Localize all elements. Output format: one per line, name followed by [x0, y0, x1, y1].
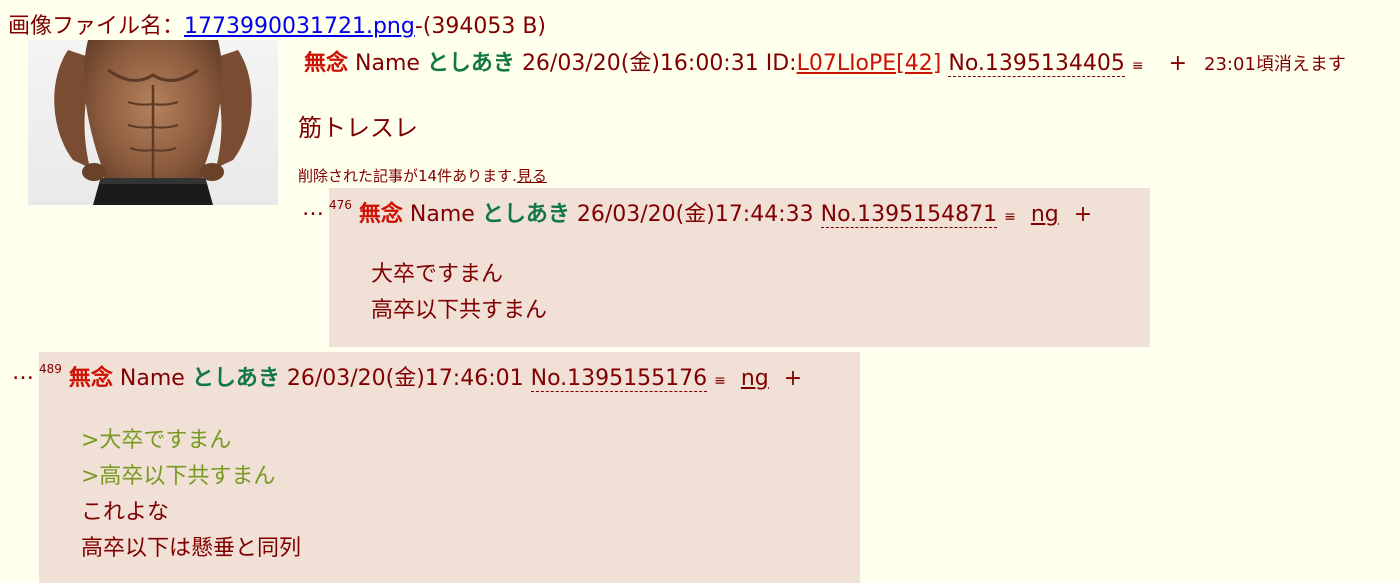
reply-2-name-label: Name — [119, 366, 185, 391]
op-post-number[interactable]: No.1395134405 — [948, 51, 1125, 77]
file-label: 画像ファイル名： — [8, 14, 185, 39]
reply-2-name: としあき — [191, 366, 280, 391]
reply-1-ellipsis: … — [302, 196, 324, 221]
deleted-notice: 削除された記事が14件あります.見る — [298, 165, 547, 186]
torso-image — [54, 40, 252, 205]
file-link[interactable]: 1773990031721.png — [184, 14, 415, 39]
op-name: としあき — [426, 51, 515, 76]
thread-thumbnail[interactable] — [28, 40, 278, 205]
op-expire-text: 23:01頃消えます — [1204, 54, 1346, 75]
reply-1-header: 476 無念 Name としあき 26/03/20(金)17:44:33 No.… — [329, 196, 1092, 228]
reply-1-name: としあき — [481, 202, 570, 227]
reply-1-line: 大卒ですまん — [371, 262, 504, 287]
reply-2-quote-line: >高卒以下共すまん — [81, 464, 276, 489]
reply-1-plus-button[interactable]: + — [1074, 202, 1092, 227]
reply-1-date: 26/03/20(金)17:44:33 — [576, 202, 814, 227]
reply-1-rsc: 476 — [329, 197, 352, 212]
op-plus-button[interactable]: + — [1169, 51, 1187, 76]
reply-2-plus-button[interactable]: + — [784, 366, 802, 391]
reply-2-header: 489 無念 Name としあき 26/03/20(金)17:46:01 No.… — [39, 360, 802, 392]
show-deleted-link[interactable]: 見る — [517, 167, 547, 185]
reply-2: 489 無念 Name としあき 26/03/20(金)17:46:01 No.… — [39, 352, 860, 583]
reply-2-ellipsis: … — [12, 360, 34, 385]
reply-2-line: これよな — [81, 500, 170, 525]
reply-1-menu-icon[interactable]: ≡ — [1004, 209, 1016, 225]
op-menu-icon[interactable]: ≡ — [1132, 58, 1144, 74]
reply-1: 476 無念 Name としあき 26/03/20(金)17:44:33 No.… — [329, 188, 1150, 347]
op-id-label: ID: — [765, 51, 797, 76]
op-id-link[interactable]: L07LIoPE[42] — [797, 51, 942, 76]
file-size: -(394053 B) — [414, 14, 547, 39]
op-name-label: Name — [355, 51, 420, 76]
reply-1-post-number[interactable]: No.1395154871 — [820, 202, 998, 228]
op-body: 筋トレスレ — [298, 114, 418, 142]
reply-2-quote-line: >大卒ですまん — [81, 428, 232, 453]
reply-1-line: 高卒以下共すまん — [371, 298, 548, 323]
file-info: 画像ファイル名：1773990031721.png-(394053 B) — [8, 8, 546, 40]
reply-2-subject: 無念 — [68, 366, 113, 391]
reply-1-subject: 無念 — [358, 202, 403, 227]
reply-2-menu-icon[interactable]: ≡ — [714, 373, 726, 389]
reply-1-name-label: Name — [409, 202, 475, 227]
reply-2-line: 高卒以下は懸垂と同列 — [81, 536, 302, 561]
reply-2-ng-link[interactable]: ng — [741, 366, 769, 391]
deleted-text: 削除された記事が14件あります. — [298, 167, 517, 185]
reply-2-post-number[interactable]: No.1395155176 — [530, 366, 708, 392]
reply-2-date: 26/03/20(金)17:46:01 — [286, 366, 524, 391]
op-subject: 無念 — [304, 51, 349, 76]
op-date: 26/03/20(金)16:00:31 — [521, 51, 759, 76]
reply-2-rsc: 489 — [39, 361, 62, 376]
reply-1-ng-link[interactable]: ng — [1031, 202, 1059, 227]
op-header: 無念 Name としあき 26/03/20(金)16:00:31 ID:L07L… — [304, 45, 1346, 77]
